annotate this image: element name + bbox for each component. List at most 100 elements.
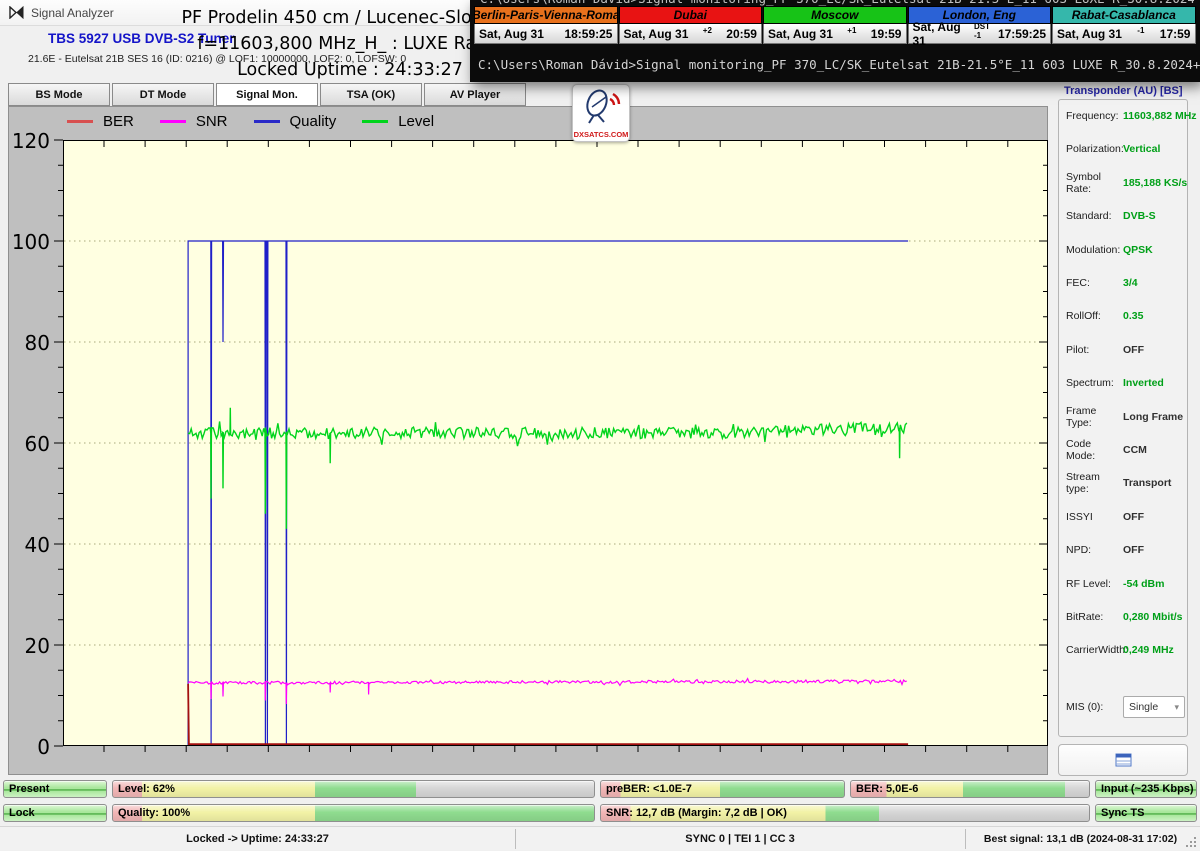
signal-bars-row-1: Present Level: 62% preBER: <1.0E-7 BER: 5,0… xyxy=(3,780,1197,798)
transponder-row-pilot: Pilot:OFF xyxy=(1059,339,1187,361)
transponder-label: Symbol Rate: xyxy=(1059,171,1123,195)
transponder-row-frequency: Frequency:11603,882 MHz xyxy=(1059,105,1187,127)
legend-label: Level xyxy=(398,113,434,130)
table-icon xyxy=(1115,753,1132,767)
transponder-row-standard: Standard:DVB-S xyxy=(1059,205,1187,227)
signal-bar-ber-5-0e-6: BER: 5,0E-6 xyxy=(850,780,1090,798)
y-tick-label: 120 xyxy=(2,129,50,151)
transponder-label: ISSYI xyxy=(1059,511,1123,523)
transponder-label: CarrierWidth: xyxy=(1059,644,1123,656)
transponder-label: Standard: xyxy=(1059,210,1123,222)
signal-bar-label: Quality: 100% xyxy=(118,807,190,819)
signal-bar-label: SNR: 12,7 dB (Margin: 7,2 dB | OK) xyxy=(606,807,787,819)
tab-bs-mode[interactable]: BS Mode xyxy=(8,83,110,106)
y-tick-label: 40 xyxy=(2,533,50,555)
transponder-value: QPSK xyxy=(1123,244,1153,256)
clock-moscow: MoscowSat, Aug 31+119:59 xyxy=(763,6,907,44)
mis-select[interactable]: Single ▾ xyxy=(1123,696,1185,718)
mis-label: MIS (0): xyxy=(1059,701,1123,713)
transponder-value: 0,280 Mbit/s xyxy=(1123,611,1183,623)
tab-dt-mode[interactable]: DT Mode xyxy=(112,83,214,106)
y-tick-label: 80 xyxy=(2,331,50,353)
clock-date: Sat, Aug 31 xyxy=(479,27,544,41)
dxsatcs-logo-text: DXSATCS.COM xyxy=(573,130,629,139)
signal-bar-label: BER: 5,0E-6 xyxy=(856,783,918,795)
transponder-label: Polarization: xyxy=(1059,143,1123,155)
clock-utc-offset: +1 xyxy=(847,26,856,35)
transponder-value: CCM xyxy=(1123,444,1147,456)
clock-city-label: Berlin-Paris-Vienna-Roma xyxy=(474,6,618,24)
transponder-value: Transport xyxy=(1123,477,1171,489)
signal-bar-preber-1-0e-7: preBER: <1.0E-7 xyxy=(600,780,845,798)
transponder-panel: MIS (0): Single ▾ Frequency:11603,882 MH… xyxy=(1058,99,1188,737)
clock-date: Sat, Aug 31 xyxy=(768,27,833,41)
transponder-row-modulation: Modulation:QPSK xyxy=(1059,239,1187,261)
transponder-row-bitrate: BitRate:0,280 Mbit/s xyxy=(1059,606,1187,628)
signal-bar-label: preBER: <1.0E-7 xyxy=(606,783,692,795)
transponder-label: BitRate: xyxy=(1059,611,1123,623)
clock-time-row: Sat, Aug 31DST -117:59:25 xyxy=(908,24,1052,44)
signal-bar-label: Lock xyxy=(9,807,35,819)
clock-time-row: Sat, Aug 31 18:59:25 xyxy=(474,24,618,44)
transponder-label: FEC: xyxy=(1059,277,1123,289)
status-uptime: Locked -> Uptime: 24:33:27 xyxy=(0,827,515,851)
transponder-value: OFF xyxy=(1123,511,1144,523)
chart-legend: BER SNR Quality Level xyxy=(67,113,434,130)
chevron-down-icon: ▾ xyxy=(1174,702,1179,713)
transponder-value: -54 dBm xyxy=(1123,578,1164,590)
satellite-dish-icon xyxy=(580,87,622,132)
clock-time: 19:59 xyxy=(871,27,902,41)
transponder-value: 0,249 MHz xyxy=(1123,644,1174,656)
legend-quality: Quality xyxy=(254,113,337,130)
clock-utc-offset: DST -1 xyxy=(974,22,998,40)
transponder-row-fec: FEC:3/4 xyxy=(1059,272,1187,294)
status-best-signal: Best signal: 13,1 dB (2024-08-31 17:02) xyxy=(965,827,1196,851)
mis-selected-value: Single xyxy=(1129,701,1158,713)
transport-stream-button[interactable] xyxy=(1058,744,1188,776)
legend-swatch-ber xyxy=(67,120,93,123)
clock-time-row: Sat, Aug 31+220:59 xyxy=(619,24,763,44)
mis-row: MIS (0): Single ▾ xyxy=(1059,696,1187,718)
clock-dubai: DubaiSat, Aug 31+220:59 xyxy=(619,6,763,44)
transponder-label: RollOff: xyxy=(1059,310,1123,322)
tab-bar: BS ModeDT ModeSignal Mon.TSA (OK)AV Play… xyxy=(8,83,526,106)
tab-signal-mon[interactable]: Signal Mon. xyxy=(216,83,318,106)
legend-swatch-snr xyxy=(160,120,186,123)
transponder-label: NPD: xyxy=(1059,544,1123,556)
clock-city-label: Rabat-Casablanca xyxy=(1052,6,1196,24)
dxsatcs-logo: DXSATCS.COM xyxy=(572,84,630,142)
transponder-value: DVB-S xyxy=(1123,210,1156,222)
transponder-value: Vertical xyxy=(1123,143,1160,155)
legend-label: SNR xyxy=(196,113,228,130)
clock-date: Sat, Aug 31 xyxy=(624,27,689,41)
signal-bar-label: Sync TS xyxy=(1101,807,1144,819)
console-prompt[interactable]: C:\Users\Roman Dávid>Signal monitoring_P… xyxy=(478,57,1200,72)
clock-time: 17:59:25 xyxy=(998,27,1046,41)
tab-av-player[interactable]: AV Player xyxy=(424,83,526,106)
transponder-label: Frame Type: xyxy=(1059,405,1123,429)
transponder-label: RF Level: xyxy=(1059,578,1123,590)
tab-tsa-ok[interactable]: TSA (OK) xyxy=(320,83,422,106)
world-clocks: Berlin-Paris-Vienna-Roma Sat, Aug 31 18:59… xyxy=(474,6,1196,44)
signal-bar-label: Level: 62% xyxy=(118,783,175,795)
clock-time: 17:59 xyxy=(1160,27,1191,41)
signal-bar-input-235-kbps: Input (~235 Kbps) xyxy=(1095,780,1197,798)
signal-bar-snr-12-7-db-margin-7-2-db-ok: SNR: 12,7 dB (Margin: 7,2 dB | OK) xyxy=(600,804,1090,822)
app-icon xyxy=(9,6,24,19)
resize-grip[interactable] xyxy=(1186,836,1197,847)
status-bar: Locked -> Uptime: 24:33:27 SYNC 0 | TEI … xyxy=(0,826,1200,850)
transponder-value: Long Frame xyxy=(1123,411,1183,423)
signal-bar-lock: Lock xyxy=(3,804,107,822)
transponder-row-issyi: ISSYIOFF xyxy=(1059,506,1187,528)
clock-time: 18:59:25 xyxy=(564,27,612,41)
signal-bars-row-2: Lock Quality: 100% SNR: 12,7 dB (Margin: 7… xyxy=(3,804,1197,822)
legend-label: BER xyxy=(103,113,134,130)
signal-bar-label: Present xyxy=(9,783,49,795)
transponder-row-rf-level: RF Level:-54 dBm xyxy=(1059,573,1187,595)
transponder-row-stream-type: Stream type:Transport xyxy=(1059,472,1187,494)
transponder-value: OFF xyxy=(1123,344,1144,356)
transponder-value: 11603,882 MHz xyxy=(1123,110,1197,122)
clock-utc-offset: -1 xyxy=(1137,26,1144,35)
clock-berlin-paris-vienna-roma: Berlin-Paris-Vienna-Roma Sat, Aug 31 18:59… xyxy=(474,6,618,44)
clock-london-eng: London, EngSat, Aug 31DST -117:59:25 xyxy=(908,6,1052,44)
